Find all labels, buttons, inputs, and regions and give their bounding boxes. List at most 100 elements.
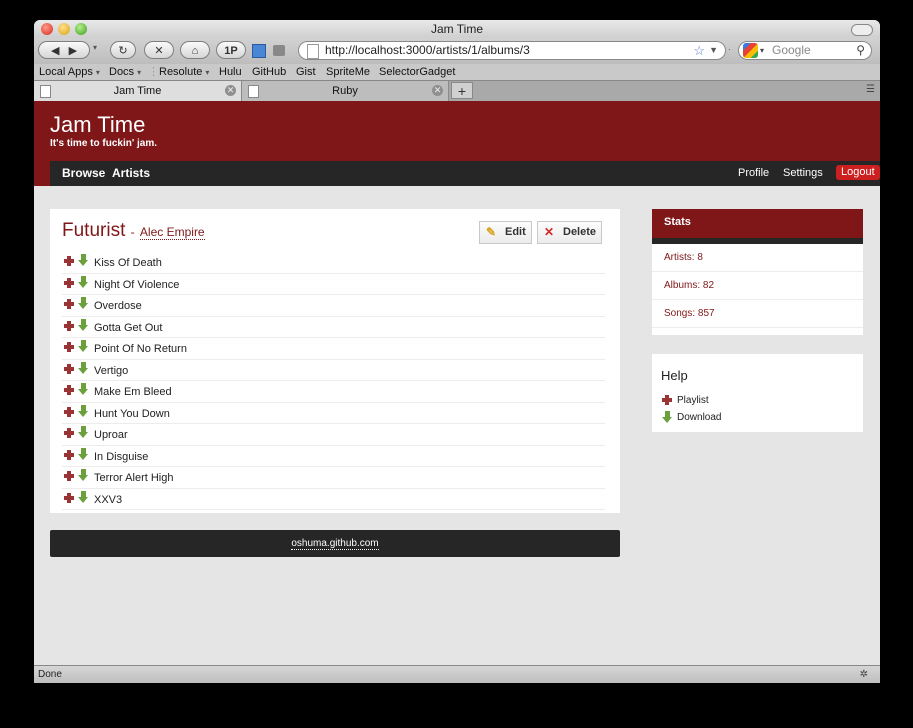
album-heading: Futurist - Alec Empire [62, 220, 205, 242]
track-row: Gotta Get Out [62, 317, 605, 338]
tab-jam-time[interactable]: Jam Time ✕ [34, 81, 242, 101]
bookmark-gist[interactable]: Gist [296, 64, 316, 80]
add-to-playlist-icon[interactable] [64, 342, 74, 352]
download-arrow-icon[interactable] [78, 340, 89, 352]
download-arrow-icon[interactable] [78, 447, 89, 460]
download-arrow-icon[interactable] [78, 318, 89, 331]
track-name[interactable]: XXV3 [94, 494, 122, 506]
close-window-button[interactable] [41, 23, 53, 35]
download-arrow-icon[interactable] [78, 469, 89, 481]
address-bar[interactable]: http://localhost:3000/artists/1/albums/3… [298, 41, 726, 60]
add-to-playlist-icon[interactable] [64, 256, 74, 266]
track-name[interactable]: Kiss Of Death [94, 257, 162, 269]
help-label: Download [677, 412, 722, 423]
tab-list-icon[interactable]: ☰ [866, 84, 875, 95]
tab-ruby[interactable]: Ruby ✕ [242, 81, 449, 101]
footer-link[interactable]: oshuma.github.com [291, 538, 379, 550]
track-name[interactable]: Night Of Violence [94, 279, 179, 291]
edit-button[interactable]: ✎ Edit [479, 221, 532, 244]
search-icon[interactable]: ⚲ [856, 42, 865, 59]
add-to-playlist-icon[interactable] [64, 385, 74, 395]
bookmark-selectorgadget[interactable]: SelectorGadget [379, 64, 455, 80]
edit-icon: ✎ [486, 225, 497, 239]
track-name[interactable]: Gotta Get Out [94, 322, 162, 334]
delete-button[interactable]: ✕ Delete [537, 221, 602, 244]
onepassword-button[interactable]: 1P [216, 41, 246, 59]
add-to-playlist-icon[interactable] [64, 471, 74, 481]
download-arrow-icon[interactable] [78, 426, 89, 438]
track-name[interactable]: Vertigo [94, 365, 128, 377]
track-name[interactable]: Terror Alert High [94, 472, 173, 484]
bookmark-hulu[interactable]: Hulu [219, 64, 242, 80]
stat-songs[interactable]: Songs: 857 [652, 300, 863, 328]
logout-button[interactable]: Logout [836, 165, 880, 180]
nav-profile[interactable]: Profile [738, 161, 769, 185]
bookmark-spriteme[interactable]: SpriteMe [326, 64, 370, 80]
site-tagline: It's time to fuckin' jam. [50, 138, 157, 149]
delete-icon: ✕ [544, 225, 555, 239]
toolbar-toggle-button[interactable] [851, 24, 873, 36]
track-row: XXV3 [62, 489, 605, 510]
track-name[interactable]: Make Em Bleed [94, 386, 172, 398]
add-to-playlist-icon[interactable] [64, 492, 74, 503]
minimize-window-button[interactable] [58, 23, 70, 35]
new-tab-button[interactable]: + [451, 82, 473, 99]
bookmark-github[interactable]: GitHub [252, 64, 286, 80]
site-title[interactable]: Jam Time [50, 112, 145, 138]
bookmark-docs[interactable]: Docs ▾ [109, 64, 141, 81]
bookmark-star-icon[interactable]: ☆ [693, 42, 705, 59]
bookmark-local-apps[interactable]: Local Apps ▾ [39, 64, 100, 81]
track-name[interactable]: Uproar [94, 429, 128, 441]
download-arrow-icon[interactable] [78, 383, 89, 395]
zoom-window-button[interactable] [75, 23, 87, 35]
add-to-playlist-icon[interactable] [64, 428, 74, 438]
download-arrow-icon[interactable] [78, 254, 89, 266]
page-favicon-icon [307, 44, 319, 59]
back-forward-buttons[interactable]: ◀ ▶ [38, 41, 90, 59]
nav-artists[interactable]: Artists [112, 161, 150, 186]
track-name[interactable]: Overdose [94, 300, 142, 312]
download-arrow-icon[interactable] [78, 404, 89, 417]
history-dropdown-icon[interactable]: ▾ [93, 43, 97, 52]
edit-label: Edit [505, 226, 526, 238]
url-dropdown-icon[interactable]: ▼ [709, 42, 718, 59]
add-to-playlist-icon[interactable] [64, 299, 74, 309]
url-text[interactable]: http://localhost:3000/artists/1/albums/3 [325, 42, 530, 59]
add-to-playlist-icon[interactable] [64, 363, 74, 374]
nav-browse[interactable]: Browse [62, 161, 105, 186]
extension-icon[interactable] [252, 44, 266, 58]
bookmark-resolute[interactable]: Resolute ▾ [159, 64, 209, 81]
track-name[interactable]: Point Of No Return [94, 343, 187, 355]
google-icon[interactable] [743, 43, 758, 58]
add-to-playlist-icon[interactable] [64, 406, 74, 417]
close-tab-icon[interactable]: ✕ [432, 85, 443, 96]
reload-button[interactable]: ↻ [110, 41, 136, 59]
help-title: Help [661, 368, 688, 383]
download-arrow-icon[interactable] [78, 361, 89, 374]
download-arrow-icon[interactable] [78, 490, 89, 503]
add-to-playlist-icon[interactable] [64, 277, 74, 288]
addressbar-resize-icon[interactable]: · [728, 44, 731, 54]
track-name[interactable]: Hunt You Down [94, 408, 170, 420]
lock-extension-icon[interactable] [273, 45, 285, 56]
stop-button[interactable]: ✕ [144, 41, 174, 59]
album-title: Futurist [62, 220, 126, 241]
add-to-playlist-icon[interactable] [64, 449, 74, 460]
download-arrow-icon[interactable] [78, 275, 89, 288]
track-row: Vertigo [62, 360, 605, 381]
chevron-down-icon: ▾ [205, 68, 210, 77]
close-tab-icon[interactable]: ✕ [225, 85, 236, 96]
home-button[interactable]: ⌂ [180, 41, 210, 59]
download-arrow-icon[interactable] [78, 297, 89, 309]
nav-settings[interactable]: Settings [783, 161, 823, 185]
track-name[interactable]: In Disguise [94, 451, 148, 463]
add-to-playlist-icon[interactable] [64, 320, 74, 331]
back-icon[interactable]: ◀ [51, 45, 59, 57]
stat-artists[interactable]: Artists: 8 [652, 244, 863, 272]
artist-link[interactable]: Alec Empire [139, 225, 205, 240]
activity-icon: ✲ [859, 669, 868, 680]
search-engine-dropdown-icon[interactable]: ▾ [760, 42, 764, 59]
forward-icon[interactable]: ▶ [69, 45, 77, 57]
stat-albums[interactable]: Albums: 82 [652, 272, 863, 300]
search-box[interactable]: ▾ Google ⚲ [738, 41, 872, 60]
